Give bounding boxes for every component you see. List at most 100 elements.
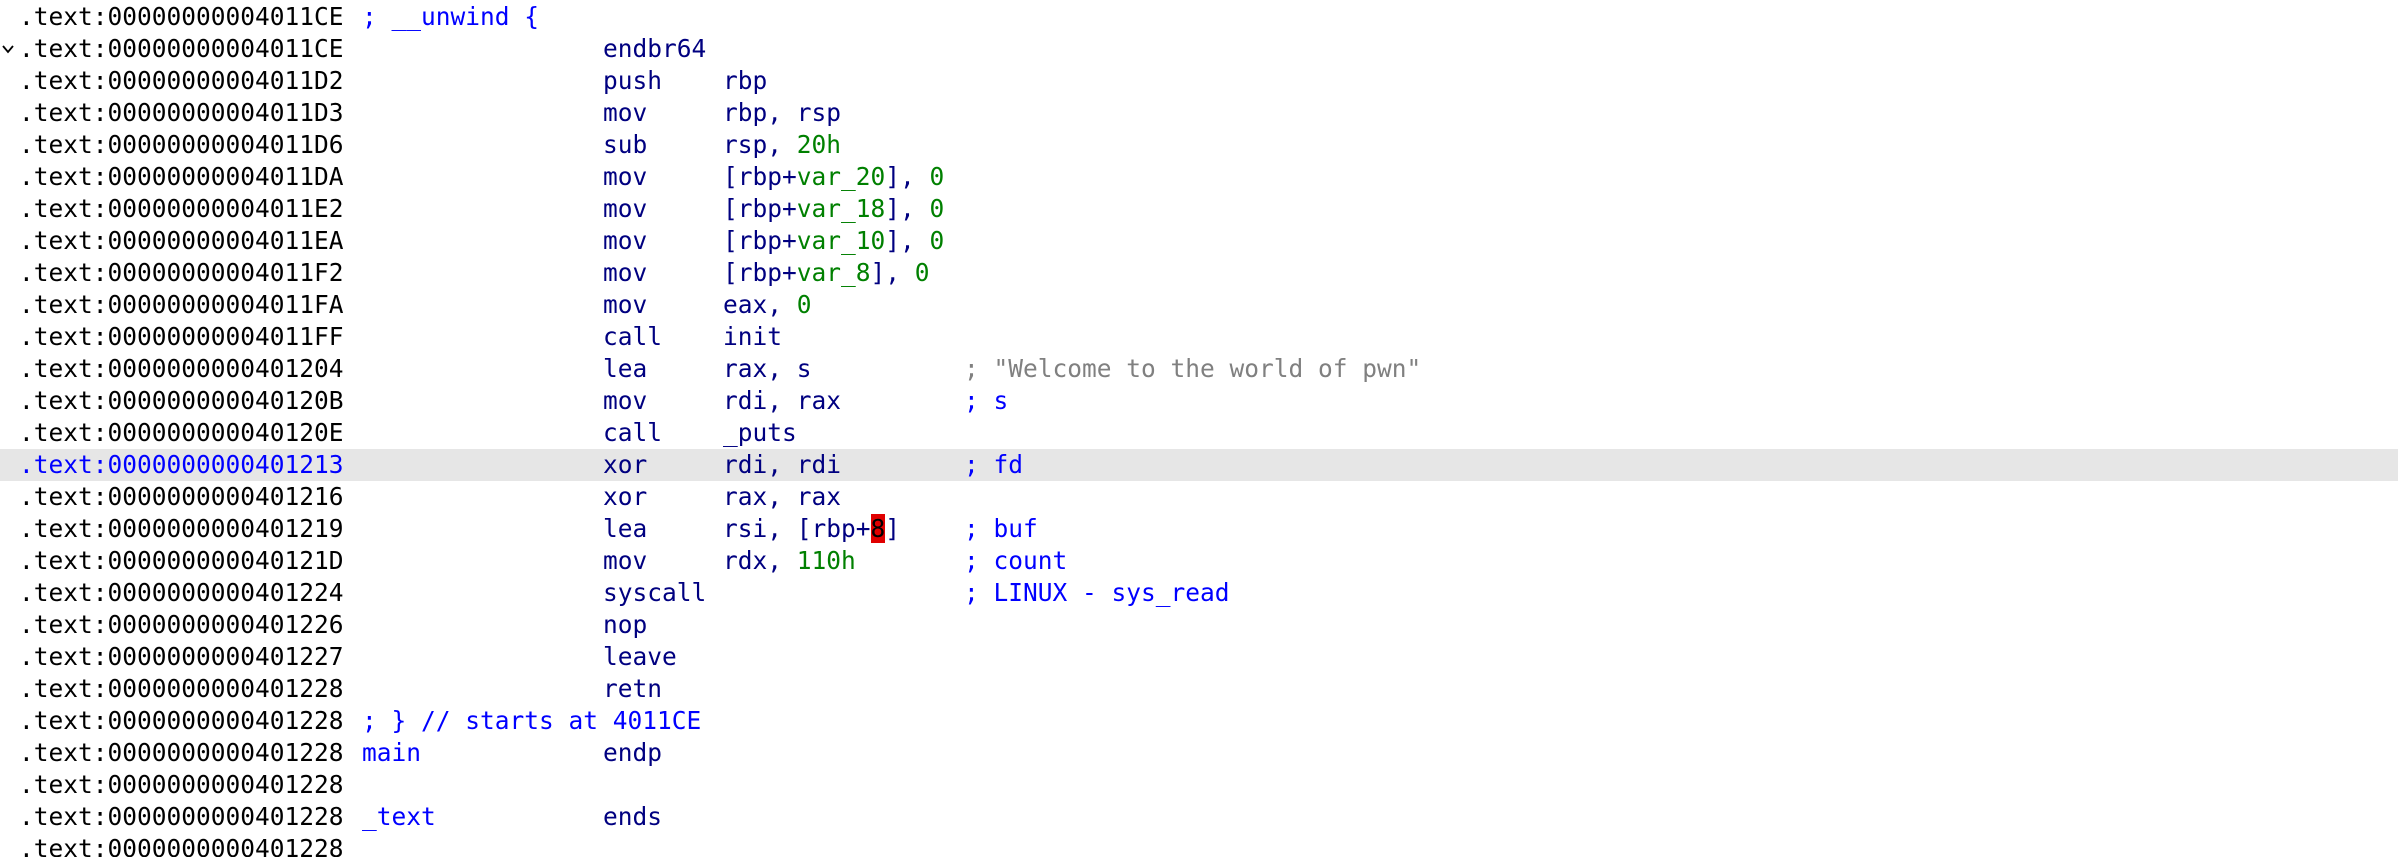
disasm-line[interactable]: .text:00000000004011D2 push rbp [0,65,2398,97]
instruction-operands[interactable]: rbp, rsp [723,97,841,129]
disasm-line[interactable]: .text:00000000004011EA mov [rbp+var_10], 0 [0,225,2398,257]
line-address[interactable]: .text:0000000000401226 [19,609,344,641]
line-address[interactable]: .text:000000000040120E [19,417,344,449]
instruction-mnemonic[interactable]: ends [603,801,662,833]
instruction-operands[interactable]: rax, s [723,353,812,385]
disasm-line[interactable]: .text:00000000004011CE ; __unwind { [0,1,2398,33]
disasm-line[interactable]: .text:00000000004011F2 mov [rbp+var_8], 0 [0,257,2398,289]
line-address[interactable]: .text:0000000000401228 [19,801,344,833]
instruction-mnemonic[interactable]: mov [603,385,647,417]
operand-text[interactable]: rax, s [723,354,812,383]
line-address[interactable]: .text:00000000004011CE [19,33,344,65]
operand-text[interactable]: ], [885,162,929,191]
disasm-line[interactable]: .text:0000000000401204 lea rax, s ; "Welcom… [0,353,2398,385]
operand-variable[interactable]: var_20 [797,162,886,191]
operand-text[interactable]: eax, [723,290,797,319]
line-label[interactable]: _text [362,801,436,833]
disasm-line[interactable]: .text:0000000000401226 nop [0,609,2398,641]
disasm-line[interactable]: .text:000000000040120E call _puts [0,417,2398,449]
line-address[interactable]: .text:00000000004011D2 [19,65,344,97]
disasm-line[interactable]: .text:0000000000401228 main endp [0,737,2398,769]
disasm-line[interactable]: .text:00000000004011DA mov [rbp+var_20], 0 [0,161,2398,193]
instruction-mnemonic[interactable]: mov [603,289,647,321]
disasm-line[interactable]: .text:00000000004011D3 mov rbp, rsp [0,97,2398,129]
line-address[interactable]: .text:0000000000401224 [19,577,344,609]
instruction-operands[interactable]: eax, 0 [723,289,812,321]
operand-cursor-highlight[interactable]: 8 [870,514,886,543]
disasm-line[interactable]: .text:000000000040121D mov rdx, 110h ; coun… [0,545,2398,577]
instruction-operands[interactable]: rsp, 20h [723,129,841,161]
operand-number[interactable]: 110h [797,546,856,575]
line-address[interactable]: .text:0000000000401219 [19,513,344,545]
instruction-mnemonic[interactable]: mov [603,193,647,225]
operand-text[interactable]: rsi, [rbp+ [723,514,871,543]
operand-text[interactable]: rdi, rax [723,386,841,415]
disasm-line[interactable]: .text:000000000040120B mov rdi, rax ; s [0,385,2398,417]
instruction-operands[interactable]: _puts [723,417,797,449]
instruction-mnemonic[interactable]: call [603,417,662,449]
line-address[interactable]: .text:00000000004011DA [19,161,344,193]
disasm-line[interactable]: .text:0000000000401228 [0,833,2398,857]
instruction-operands[interactable]: rdi, rdi [723,449,841,481]
line-address[interactable]: .text:00000000004011F2 [19,257,344,289]
operand-variable[interactable]: var_10 [797,226,886,255]
instruction-mnemonic[interactable]: lea [603,353,647,385]
operand-text[interactable]: ], [871,258,915,287]
instruction-mnemonic[interactable]: endp [603,737,662,769]
line-address[interactable]: .text:00000000004011D3 [19,97,344,129]
disassembly-view[interactable]: .text:00000000004011CE; __unwind {.text:… [0,1,2398,857]
instruction-mnemonic[interactable]: retn [603,673,662,705]
line-label[interactable]: ; __unwind { [362,1,539,33]
operand-text[interactable]: [rbp+ [723,194,797,223]
instruction-mnemonic[interactable]: syscall [603,577,706,609]
operand-text[interactable]: rbp, rsp [723,98,841,127]
disasm-line[interactable]: .text:00000000004011CE endbr64 [0,33,2398,65]
operand-text[interactable]: rdi, rdi [723,450,841,479]
line-address[interactable]: .text:0000000000401228 [19,769,344,801]
disasm-line[interactable]: .text:0000000000401219 lea rsi, [rbp+8] ; b… [0,513,2398,545]
instruction-mnemonic[interactable]: leave [603,641,677,673]
disasm-line[interactable]: .text:0000000000401227 leave [0,641,2398,673]
operand-text[interactable]: rdx, [723,546,797,575]
line-address[interactable]: .text:0000000000401216 [19,481,344,513]
instruction-mnemonic[interactable]: nop [603,609,647,641]
line-address[interactable]: .text:000000000040120B [19,385,344,417]
operand-text[interactable]: ], [885,226,929,255]
instruction-operands[interactable]: [rbp+var_18], 0 [723,193,944,225]
line-address[interactable]: .text:0000000000401228 [19,673,344,705]
line-label[interactable]: main [362,737,421,769]
disasm-line[interactable]: .text:00000000004011FA mov eax, 0 [0,289,2398,321]
line-address[interactable]: .text:0000000000401228 [19,737,344,769]
disasm-line-selected[interactable]: .text:0000000000401213 xor rdi, rdi ; fd [0,449,2398,481]
disasm-line[interactable]: .text:00000000004011E2 mov [rbp+var_18], 0 [0,193,2398,225]
instruction-mnemonic[interactable]: sub [603,129,647,161]
instruction-operands[interactable]: [rbp+var_8], 0 [723,257,930,289]
instruction-operands[interactable]: rbp [723,65,767,97]
operand-text[interactable]: ], [885,194,929,223]
instruction-mnemonic[interactable]: mov [603,225,647,257]
disasm-line[interactable]: .text:0000000000401228 retn [0,673,2398,705]
line-address[interactable]: .text:0000000000401227 [19,641,344,673]
operand-text[interactable]: _puts [723,418,797,447]
instruction-mnemonic[interactable]: push [603,65,662,97]
instruction-operands[interactable]: [rbp+var_20], 0 [723,161,944,193]
line-address[interactable]: .text:00000000004011CE [19,1,344,33]
operand-text[interactable]: ] [885,514,900,543]
operand-number[interactable]: 0 [930,194,945,223]
operand-text[interactable]: [rbp+ [723,226,797,255]
instruction-operands[interactable]: rax, rax [723,481,841,513]
operand-text[interactable]: [rbp+ [723,162,797,191]
operand-number[interactable]: 0 [915,258,930,287]
operand-text[interactable]: rax, rax [723,482,841,511]
instruction-mnemonic[interactable]: xor [603,481,647,513]
instruction-operands[interactable]: rdi, rax [723,385,841,417]
operand-text[interactable]: rsp, [723,130,797,159]
operand-number[interactable]: 0 [930,162,945,191]
operand-text[interactable]: [rbp+ [723,258,797,287]
line-address[interactable]: .text:00000000004011FA [19,289,344,321]
line-label[interactable]: ; } // starts at 4011CE [362,705,701,737]
instruction-operands[interactable]: init [723,321,782,353]
operand-number[interactable]: 0 [930,226,945,255]
line-address[interactable]: .text:0000000000401213 [19,449,344,481]
instruction-mnemonic[interactable]: mov [603,97,647,129]
